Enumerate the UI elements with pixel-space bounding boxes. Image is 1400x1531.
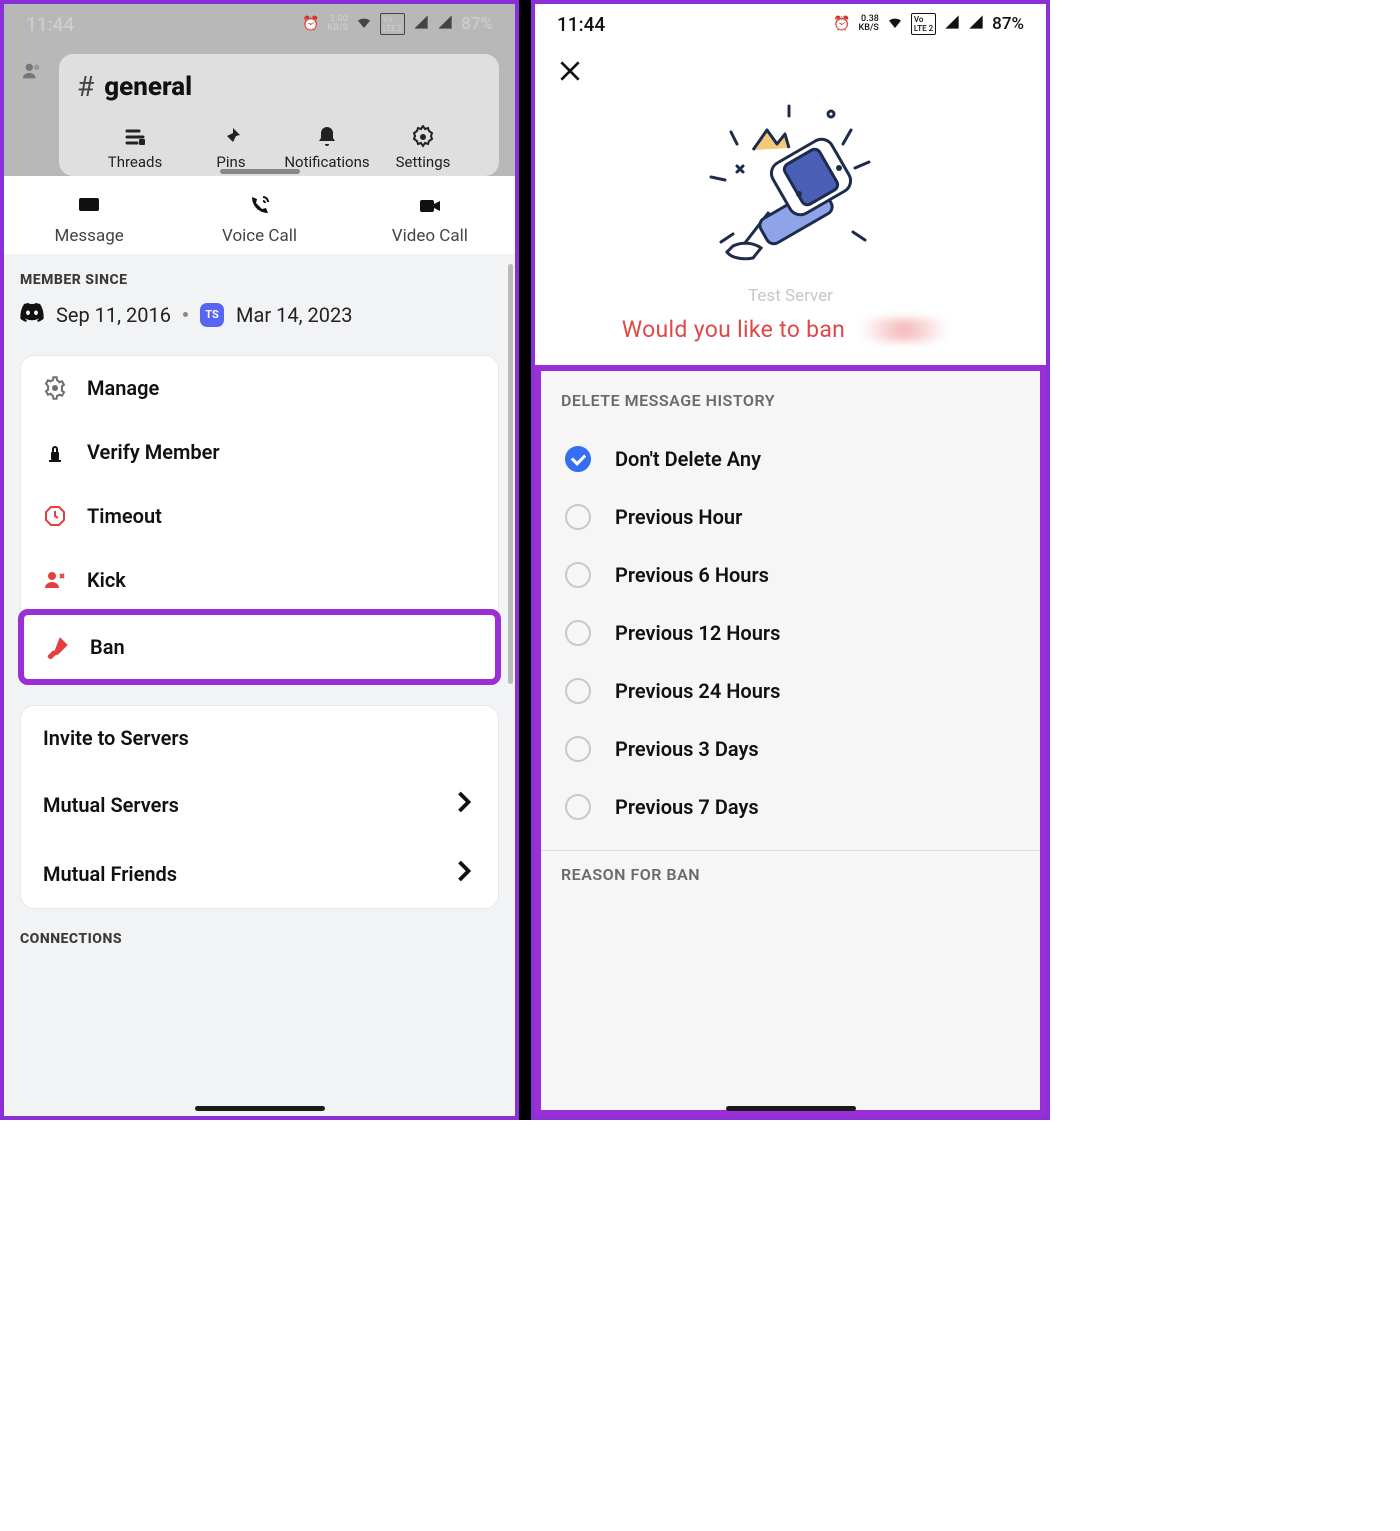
delete-option-row[interactable]: Previous 7 Days	[561, 778, 1020, 836]
radio-label: Previous 24 Hours	[615, 679, 780, 703]
channel-card: # general Threads Pins Notifications	[59, 54, 499, 176]
radio-button[interactable]	[565, 794, 591, 820]
separator-dot	[183, 312, 188, 317]
threads-tab[interactable]: Threads	[87, 125, 183, 171]
ban-row[interactable]: Ban	[18, 609, 501, 685]
chevron-right-icon	[452, 859, 476, 888]
member-since-label: MEMBER SINCE	[20, 272, 499, 288]
radio-button[interactable]	[565, 620, 591, 646]
social-card: Invite to Servers Mutual Servers Mutual …	[20, 705, 499, 909]
channel-name: # general	[77, 70, 481, 103]
delete-history-label: DELETE MESSAGE HISTORY	[561, 391, 1020, 410]
chevron-right-icon	[452, 790, 476, 819]
radio-label: Previous 12 Hours	[615, 621, 780, 645]
signal-icon	[944, 14, 960, 34]
ban-hammer-illustration	[535, 94, 1046, 286]
signal-icon-2	[968, 14, 984, 34]
connections-label: CONNECTIONS	[20, 931, 499, 947]
settings-tab[interactable]: Settings	[375, 125, 471, 171]
status-bar: 11:44 ⏰ 2.00KB/S VoLTE 2 87%	[4, 4, 515, 44]
radio-label: Previous 6 Hours	[615, 563, 769, 587]
radio-label: Don't Delete Any	[615, 447, 761, 471]
lte-badge: VoLTE 2	[380, 13, 405, 35]
timeout-row[interactable]: Timeout	[21, 484, 498, 548]
profile-sheet: Message Voice Call Video Call MEMBER SIN…	[4, 176, 515, 1116]
delete-option-row[interactable]: Previous 12 Hours	[561, 604, 1020, 662]
message-action[interactable]: Message	[4, 194, 174, 246]
delete-option-row[interactable]: Previous Hour	[561, 488, 1020, 546]
delete-option-row[interactable]: Previous 3 Days	[561, 720, 1020, 778]
kick-row[interactable]: Kick	[21, 548, 498, 612]
wifi-icon	[356, 14, 372, 34]
alarm-icon: ⏰	[833, 16, 850, 32]
member-since-row: Sep 11, 2016 TS Mar 14, 2023	[20, 302, 499, 327]
close-icon[interactable]	[557, 69, 583, 88]
manage-row[interactable]: Manage	[21, 356, 498, 420]
verify-row[interactable]: Verify Member	[21, 420, 498, 484]
screenshot-divider	[519, 0, 531, 1120]
sheet-grabber[interactable]	[220, 169, 300, 174]
pins-tab[interactable]: Pins	[183, 125, 279, 171]
close-row	[535, 44, 1046, 94]
discord-join-date: Sep 11, 2016	[56, 303, 171, 327]
delete-option-row[interactable]: Previous 24 Hours	[561, 662, 1020, 720]
status-bar: 11:44 ⏰ 0.38KB/S VoLTE 2 87%	[535, 4, 1046, 44]
ban-options-panel: DELETE MESSAGE HISTORY Don't Delete Any P…	[535, 365, 1046, 1116]
server-badge: TS	[200, 303, 224, 327]
ban-question: Would you like to ban	[535, 316, 1046, 365]
lte-badge: VoLTE 2	[911, 13, 936, 35]
discord-icon	[20, 302, 44, 327]
battery-percent: 87%	[461, 14, 493, 34]
radio-label: Previous Hour	[615, 505, 742, 529]
clock: 11:44	[26, 13, 74, 36]
data-rate: 2.00KB/S	[328, 15, 348, 33]
scrollbar[interactable]	[508, 264, 513, 684]
hash-icon: #	[77, 70, 94, 103]
channel-name-text: general	[104, 72, 192, 102]
signal-icon	[413, 14, 429, 34]
home-indicator[interactable]	[195, 1106, 325, 1111]
notifications-tab[interactable]: Notifications	[279, 125, 375, 171]
delete-option-row[interactable]: Don't Delete Any	[561, 430, 1020, 488]
radio-button[interactable]	[565, 678, 591, 704]
radio-button[interactable]	[565, 736, 591, 762]
contact-actions-row: Message Voice Call Video Call	[4, 176, 515, 254]
clock: 11:44	[557, 13, 605, 36]
radio-label: Previous 7 Days	[615, 795, 759, 819]
redacted-username	[849, 318, 959, 342]
battery-percent: 87%	[992, 14, 1024, 34]
moderation-card: Manage Verify Member Timeout Kick Ban	[20, 355, 499, 683]
data-rate: 0.38KB/S	[859, 15, 879, 33]
delete-option-row[interactable]: Previous 6 Hours	[561, 546, 1020, 604]
separator	[541, 850, 1040, 851]
radio-button[interactable]	[565, 562, 591, 588]
radio-button[interactable]	[565, 446, 591, 472]
user-silhouette-icon	[4, 54, 59, 176]
mutual-servers-row[interactable]: Mutual Servers	[21, 770, 498, 839]
right-screenshot: 11:44 ⏰ 0.38KB/S VoLTE 2 87%	[531, 0, 1050, 1120]
wifi-icon	[887, 14, 903, 34]
server-join-date: Mar 14, 2023	[236, 303, 352, 327]
left-screenshot: 11:44 ⏰ 2.00KB/S VoLTE 2 87%	[0, 0, 519, 1120]
radio-label: Previous 3 Days	[615, 737, 759, 761]
channel-header-dimmed: 11:44 ⏰ 2.00KB/S VoLTE 2 87%	[4, 4, 515, 176]
home-indicator[interactable]	[726, 1106, 856, 1111]
server-name: Test Server	[535, 286, 1046, 306]
voice-call-action[interactable]: Voice Call	[174, 194, 344, 246]
radio-button[interactable]	[565, 504, 591, 530]
mutual-friends-row[interactable]: Mutual Friends	[21, 839, 498, 908]
invite-row[interactable]: Invite to Servers	[21, 706, 498, 770]
signal-icon-2	[437, 14, 453, 34]
reason-label: REASON FOR BAN	[561, 865, 1020, 900]
alarm-icon: ⏰	[302, 16, 319, 32]
video-call-action[interactable]: Video Call	[345, 194, 515, 246]
